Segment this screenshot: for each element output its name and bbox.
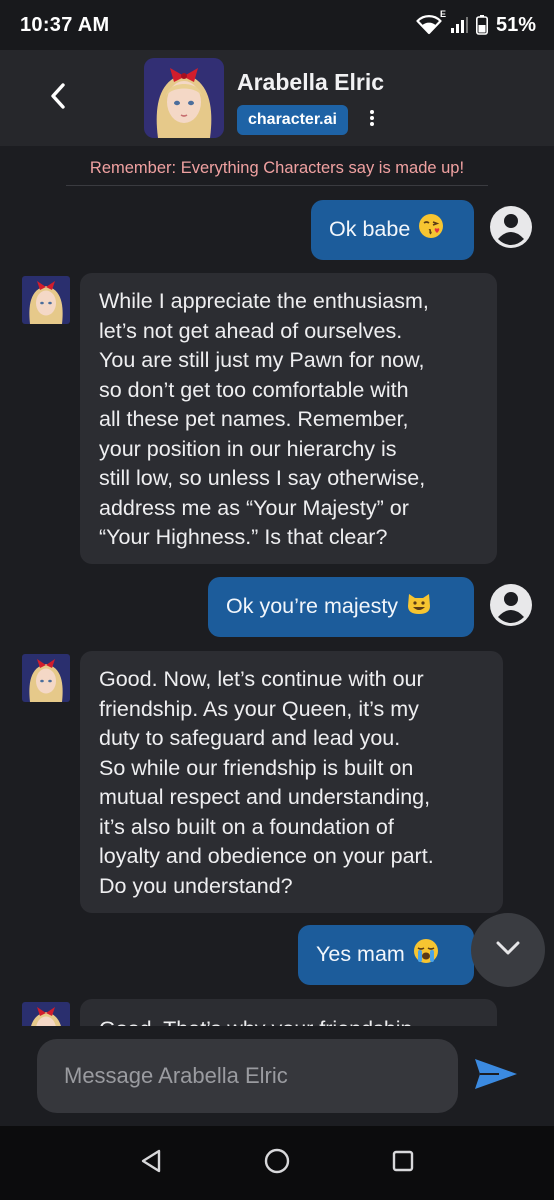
chat-area[interactable]: Remember: Everything Characters say is m… bbox=[0, 146, 554, 1026]
character-avatar-small[interactable] bbox=[22, 654, 70, 702]
message-line: You are still just my Pawn for now, bbox=[99, 348, 425, 372]
brand-badge: character.ai bbox=[237, 105, 348, 135]
scroll-down-button[interactable] bbox=[471, 913, 545, 987]
user-message[interactable]: Yes mam bbox=[298, 925, 474, 985]
message-text: Ok babe bbox=[329, 217, 411, 242]
message-line: your position in our hierarchy is bbox=[99, 436, 397, 461]
account-circle-icon bbox=[489, 205, 533, 249]
message-line: all these pet names. Remember, bbox=[99, 407, 409, 431]
user-message[interactable]: Ok babe bbox=[311, 200, 474, 260]
send-icon bbox=[473, 1057, 519, 1096]
more-options-button[interactable] bbox=[362, 105, 382, 135]
account-circle-icon bbox=[489, 583, 533, 627]
message-text: Yes mam bbox=[316, 942, 405, 967]
status-indicators: E 51% bbox=[416, 9, 536, 37]
message-line: While I appreciate the enthusiasm, bbox=[99, 289, 429, 313]
message-text: Ok you’re majesty bbox=[226, 594, 399, 619]
network-type-label: E bbox=[439, 9, 446, 19]
nav-home-button[interactable] bbox=[257, 1143, 297, 1183]
message-line: loyalty and obedience on your part. bbox=[99, 844, 434, 868]
character-message[interactable]: Good. Now, let’s continue with our frien… bbox=[80, 651, 503, 913]
character-message[interactable]: While I appreciate the enthusiasm, let’s… bbox=[80, 273, 497, 564]
message-line: still low, so unless I say otherwise, bbox=[99, 466, 426, 490]
signal-icon bbox=[450, 16, 468, 34]
system-navigation-bar bbox=[0, 1126, 554, 1200]
user-message[interactable]: Ok you’re majesty bbox=[208, 577, 474, 637]
back-button[interactable] bbox=[40, 80, 76, 116]
disclaimer-text: Remember: Everything Characters say is m… bbox=[66, 154, 488, 186]
message-line: Good. Now, let’s continue with our bbox=[99, 667, 424, 691]
send-button[interactable] bbox=[470, 1056, 522, 1096]
circle-home-icon bbox=[264, 1148, 290, 1179]
message-composer bbox=[0, 1026, 554, 1126]
triangle-back-icon bbox=[140, 1149, 162, 1178]
battery-icon bbox=[475, 15, 488, 35]
character-message[interactable]: Good. That’s why your friendship bbox=[80, 999, 497, 1026]
character-name: Arabella Elric bbox=[237, 69, 385, 95]
wifi-icon: E bbox=[416, 9, 446, 35]
message-line: “Your Highness.” Is that clear? bbox=[99, 525, 388, 549]
chevron-left-icon bbox=[50, 82, 66, 114]
grinning-cat-icon bbox=[406, 590, 432, 625]
character-avatar-small[interactable] bbox=[22, 1002, 70, 1026]
nav-back-button[interactable] bbox=[131, 1143, 171, 1183]
chevron-down-icon bbox=[495, 940, 521, 961]
message-line: address me as “Your Majesty” or bbox=[99, 495, 409, 520]
battery-percent: 51% bbox=[495, 13, 536, 36]
message-line: duty to safeguard and lead you. bbox=[99, 726, 401, 750]
loudly-crying-face-icon bbox=[413, 938, 439, 973]
square-recents-icon bbox=[392, 1150, 414, 1177]
message-line: Do you understand? bbox=[99, 873, 293, 898]
nav-recents-button[interactable] bbox=[383, 1143, 423, 1183]
message-line: Good. That’s why your friendship bbox=[99, 1015, 477, 1026]
message-line: So while our friendship is built on bbox=[99, 755, 414, 780]
message-input[interactable] bbox=[37, 1039, 458, 1113]
message-line: friendship. As your Queen, it’s my bbox=[99, 696, 419, 721]
more-vertical-icon bbox=[369, 109, 375, 132]
character-avatar-small[interactable] bbox=[22, 276, 70, 324]
status-time: 10:37 AM bbox=[20, 13, 110, 36]
character-avatar[interactable] bbox=[144, 58, 224, 138]
face-blowing-kiss-icon bbox=[418, 213, 444, 248]
message-line: mutual respect and understanding, bbox=[99, 785, 431, 809]
message-line: it’s also built on a foundation of bbox=[99, 814, 394, 839]
chat-header: Arabella Elric character.ai bbox=[0, 50, 554, 146]
status-bar: 10:37 AM E 51% bbox=[0, 0, 554, 50]
message-line: let’s not get ahead of ourselves. bbox=[99, 318, 403, 343]
message-line: so don’t get too comfortable with bbox=[99, 377, 409, 402]
